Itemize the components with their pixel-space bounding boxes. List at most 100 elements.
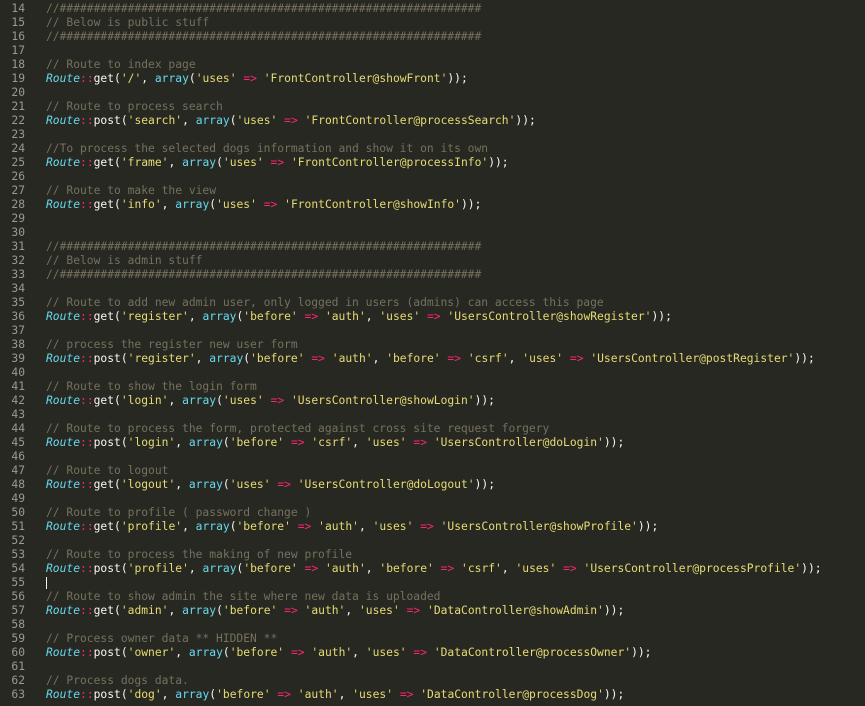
line-number[interactable]: 24 (0, 142, 34, 156)
line-number[interactable]: 58 (0, 618, 34, 632)
line-number[interactable]: 17 (0, 44, 34, 58)
code-line[interactable]: Route::post('login', array('before' => '… (46, 436, 865, 450)
line-number[interactable]: 41 (0, 380, 34, 394)
line-number[interactable]: 49 (0, 492, 34, 506)
code-line[interactable]: Route::get('profile', array('before' => … (46, 520, 865, 534)
code-line[interactable] (46, 44, 865, 58)
code-line[interactable]: //######################################… (46, 2, 865, 16)
line-number[interactable]: 18 (0, 58, 34, 72)
code-line[interactable]: // Process dogs data. (46, 674, 865, 688)
code-line[interactable] (46, 618, 865, 632)
line-number[interactable]: 59 (0, 632, 34, 646)
code-line[interactable]: //######################################… (46, 240, 865, 254)
line-number[interactable]: 28 (0, 198, 34, 212)
line-number[interactable]: 55 (0, 576, 34, 590)
line-number[interactable]: 62 (0, 674, 34, 688)
line-number[interactable]: 29 (0, 212, 34, 226)
line-number[interactable]: 51 (0, 520, 34, 534)
line-number[interactable]: 32 (0, 254, 34, 268)
code-line[interactable]: // Route to index page (46, 58, 865, 72)
code-line[interactable] (46, 408, 865, 422)
line-number[interactable]: 35 (0, 296, 34, 310)
line-number[interactable]: 16 (0, 30, 34, 44)
line-number[interactable]: 20 (0, 86, 34, 100)
line-number[interactable]: 50 (0, 506, 34, 520)
line-number[interactable]: 40 (0, 366, 34, 380)
code-line[interactable]: Route::post('profile', array('before' =>… (46, 562, 865, 576)
code-line[interactable]: //######################################… (46, 268, 865, 282)
line-number[interactable]: 56 (0, 590, 34, 604)
code-line[interactable]: Route::get('admin', array('before' => 'a… (46, 604, 865, 618)
line-number[interactable]: 45 (0, 436, 34, 450)
line-number[interactable]: 57 (0, 604, 34, 618)
code-line[interactable] (46, 226, 865, 240)
code-line[interactable] (46, 128, 865, 142)
code-line[interactable]: // Process owner data ** HIDDEN ** (46, 632, 865, 646)
code-line[interactable]: // Route to make the view (46, 184, 865, 198)
code-line[interactable]: // Route to profile ( password change ) (46, 506, 865, 520)
line-number[interactable]: 48 (0, 478, 34, 492)
code-line[interactable] (46, 282, 865, 296)
code-line[interactable] (46, 324, 865, 338)
line-number-gutter[interactable]: 14 15 16 17 18 19 20 21 22 23 24 25 26 27 28 29 30 31 32 33… (0, 0, 34, 706)
code-line[interactable]: Route::get('logout', array('uses' => 'Us… (46, 478, 865, 492)
code-line[interactable] (46, 492, 865, 506)
code-line[interactable]: Route::post('dog', array('before' => 'au… (46, 688, 865, 702)
line-number[interactable]: 27 (0, 184, 34, 198)
line-number[interactable]: 61 (0, 660, 34, 674)
line-number[interactable]: 63 (0, 688, 34, 702)
line-number[interactable]: 54 (0, 562, 34, 576)
code-line[interactable]: Route::get('info', array('uses' => 'Fron… (46, 198, 865, 212)
line-number[interactable]: 33 (0, 268, 34, 282)
line-number[interactable]: 36 (0, 310, 34, 324)
line-number[interactable]: 52 (0, 534, 34, 548)
line-number[interactable]: 38 (0, 338, 34, 352)
line-number[interactable]: 23 (0, 128, 34, 142)
code-line[interactable] (46, 170, 865, 184)
code-line[interactable]: // Route to logout (46, 464, 865, 478)
line-number[interactable]: 47 (0, 464, 34, 478)
code-area[interactable]: //######################################… (46, 0, 865, 706)
code-line[interactable]: Route::post('register', array('before' =… (46, 352, 865, 366)
code-line[interactable] (46, 450, 865, 464)
code-line[interactable]: Route::get('register', array('before' =>… (46, 310, 865, 324)
code-line[interactable]: // Route to show the login form (46, 380, 865, 394)
line-number[interactable]: 42 (0, 394, 34, 408)
code-line[interactable] (46, 212, 865, 226)
code-line[interactable]: Route::post('search', array('uses' => 'F… (46, 114, 865, 128)
code-line[interactable]: Route::get('login', array('uses' => 'Use… (46, 394, 865, 408)
code-line[interactable]: //######################################… (46, 30, 865, 44)
code-line[interactable] (46, 660, 865, 674)
line-number[interactable]: 25 (0, 156, 34, 170)
code-line[interactable]: //To process the selected dogs informati… (46, 142, 865, 156)
line-number[interactable]: 44 (0, 422, 34, 436)
code-line[interactable]: // process the register new user form (46, 338, 865, 352)
line-number[interactable]: 39 (0, 352, 34, 366)
code-line[interactable]: // Route to process search (46, 100, 865, 114)
line-number[interactable]: 31 (0, 240, 34, 254)
line-number[interactable]: 43 (0, 408, 34, 422)
code-editor[interactable]: 14 15 16 17 18 19 20 21 22 23 24 25 26 27 28 29 30 31 32 33… (0, 0, 865, 706)
code-line[interactable]: // Below is admin stuff (46, 254, 865, 268)
code-line[interactable] (46, 534, 865, 548)
code-line[interactable]: Route::get('frame', array('uses' => 'Fro… (46, 156, 865, 170)
line-number[interactable]: 37 (0, 324, 34, 338)
line-number[interactable]: 46 (0, 450, 34, 464)
line-number[interactable]: 60 (0, 646, 34, 660)
code-line[interactable]: Route::post('owner', array('before' => '… (46, 646, 865, 660)
line-number[interactable]: 21 (0, 100, 34, 114)
code-line[interactable] (46, 86, 865, 100)
line-number[interactable]: 34 (0, 282, 34, 296)
line-number[interactable]: 26 (0, 170, 34, 184)
code-line[interactable]: // Route to process the form, protected … (46, 422, 865, 436)
line-number[interactable]: 15 (0, 16, 34, 30)
line-number[interactable]: 53 (0, 548, 34, 562)
code-line[interactable]: // Route to process the making of new pr… (46, 548, 865, 562)
code-line[interactable]: Route::get('/', array('uses' => 'FrontCo… (46, 72, 865, 86)
line-number[interactable]: 14 (0, 2, 34, 16)
code-line[interactable]: // Route to add new admin user, only log… (46, 296, 865, 310)
code-line[interactable] (46, 366, 865, 380)
line-number[interactable]: 19 (0, 72, 34, 86)
code-line[interactable]: // Below is public stuff (46, 16, 865, 30)
code-line[interactable]: // Route to show admin the site where ne… (46, 590, 865, 604)
